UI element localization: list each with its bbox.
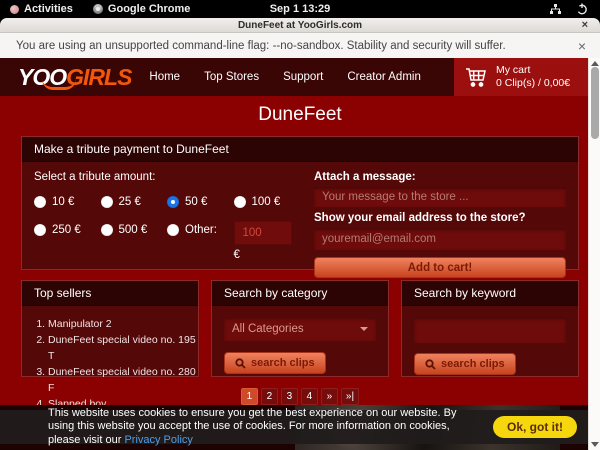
search-category-header: Search by category bbox=[212, 281, 388, 306]
top-seller-item[interactable]: DuneFeet special video no. 280 F bbox=[48, 364, 198, 396]
cart-title: My cart bbox=[496, 64, 570, 77]
top-seller-item[interactable]: DuneFeet special video no. 195 T bbox=[48, 332, 198, 364]
power-icon[interactable] bbox=[576, 3, 588, 15]
amount-option-other[interactable]: Other: bbox=[167, 221, 234, 239]
tribute-radio[interactable] bbox=[167, 196, 179, 208]
cookie-text: This website uses cookies to ensure you … bbox=[0, 407, 472, 448]
page-button-2[interactable]: 2 bbox=[261, 388, 278, 405]
amount-option-50[interactable]: 50 € bbox=[167, 193, 234, 211]
keyword-input[interactable] bbox=[414, 317, 566, 343]
tribute-radio[interactable] bbox=[234, 196, 246, 208]
tribute-panel: Make a tribute payment to DuneFeet Selec… bbox=[21, 136, 579, 270]
tribute-radio[interactable] bbox=[34, 196, 46, 208]
magnifier-icon bbox=[425, 359, 436, 370]
page-button-1[interactable]: 1 bbox=[241, 388, 258, 405]
window-titlebar[interactable]: DuneFeet at YooGirls.com × bbox=[0, 18, 600, 33]
page-footer: This website uses cookies to ensure you … bbox=[0, 405, 600, 450]
tribute-radio[interactable] bbox=[34, 224, 46, 236]
cart-icon bbox=[464, 65, 488, 89]
network-icon[interactable] bbox=[549, 3, 562, 15]
cookie-accept-button[interactable]: Ok, got it! bbox=[493, 416, 577, 438]
scrollbar-thumb[interactable] bbox=[591, 67, 599, 139]
other-amount-input[interactable] bbox=[234, 221, 292, 245]
my-cart-button[interactable]: My cart 0 Clip(s) / 0,00€ bbox=[454, 58, 588, 96]
screen: Activities Google Chrome Sep 1 13:29 bbox=[0, 0, 600, 450]
tribute-panel-header: Make a tribute payment to DuneFeet bbox=[22, 137, 578, 162]
amount-option-500[interactable]: 500 € bbox=[101, 221, 168, 239]
window-close-button[interactable]: × bbox=[582, 19, 588, 32]
search-category-panel: Search by category All Categories search… bbox=[211, 280, 389, 377]
amount-option-250[interactable]: 250 € bbox=[34, 221, 101, 239]
nav-item-home[interactable]: Home bbox=[149, 71, 180, 83]
chrome-icon bbox=[93, 4, 103, 14]
search-category-button[interactable]: search clips bbox=[224, 352, 326, 374]
activities-dot-icon bbox=[10, 5, 19, 14]
activities-label: Activities bbox=[24, 3, 73, 15]
privacy-policy-link[interactable]: Privacy Policy bbox=[124, 434, 192, 446]
browser-viewport: YOOGIRLS Home Top Stores Support Creator… bbox=[0, 58, 600, 450]
top-sellers-panel: Top sellers Manipulator 2 DuneFeet speci… bbox=[21, 280, 199, 377]
flag-warning-bar: You are using an unsupported command-lin… bbox=[0, 33, 600, 58]
cart-summary: 0 Clip(s) / 0,00€ bbox=[496, 77, 570, 90]
scrollbar-up-icon[interactable] bbox=[591, 61, 599, 66]
activities-button[interactable]: Activities bbox=[0, 0, 83, 18]
app-menu-label: Google Chrome bbox=[108, 3, 191, 15]
add-to-cart-button[interactable]: Add to cart! bbox=[314, 257, 566, 278]
nav-item-support[interactable]: Support bbox=[283, 71, 323, 83]
bottom-panels: Top sellers Manipulator 2 DuneFeet speci… bbox=[21, 280, 579, 377]
gnome-top-bar: Activities Google Chrome Sep 1 13:29 bbox=[0, 0, 600, 18]
flag-warning-text: You are using an unsupported command-lin… bbox=[0, 40, 506, 52]
tribute-radio[interactable] bbox=[101, 224, 113, 236]
tribute-amount-options: 10 € 25 € 50 € 100 € bbox=[34, 193, 300, 261]
category-select[interactable]: All Categories bbox=[224, 317, 376, 341]
amount-option-10[interactable]: 10 € bbox=[34, 193, 101, 211]
search-keyword-button[interactable]: search clips bbox=[414, 353, 516, 375]
page-button-last[interactable]: »| bbox=[341, 388, 359, 405]
page-button-3[interactable]: 3 bbox=[281, 388, 298, 405]
main-nav: Home Top Stores Support Creator Admin bbox=[149, 71, 420, 83]
currency-label: € bbox=[234, 249, 301, 261]
amount-option-100[interactable]: 100 € bbox=[234, 193, 301, 211]
top-sellers-header: Top sellers bbox=[22, 281, 198, 306]
search-keyword-header: Search by keyword bbox=[402, 281, 578, 306]
chevron-down-icon bbox=[360, 327, 368, 331]
email-input[interactable] bbox=[314, 228, 566, 250]
tribute-radio[interactable] bbox=[101, 196, 113, 208]
message-input[interactable] bbox=[314, 187, 566, 207]
app-menu-button[interactable]: Google Chrome bbox=[83, 0, 201, 18]
email-label: Show your email address to the store? bbox=[314, 212, 566, 224]
page-button-4[interactable]: 4 bbox=[301, 388, 318, 405]
nav-item-creator-admin[interactable]: Creator Admin bbox=[347, 71, 421, 83]
flag-warning-close-button[interactable]: × bbox=[578, 38, 600, 54]
window-title: DuneFeet at YooGirls.com bbox=[238, 20, 362, 31]
message-label: Attach a message: bbox=[314, 171, 566, 183]
nav-item-top-stores[interactable]: Top Stores bbox=[204, 71, 259, 83]
scrollbar-down-icon[interactable] bbox=[591, 442, 599, 447]
scrollbar[interactable] bbox=[588, 58, 600, 450]
category-selected-option: All Categories bbox=[232, 323, 304, 335]
site-logo[interactable]: YOOGIRLS bbox=[0, 58, 131, 96]
page-button-next[interactable]: » bbox=[321, 388, 338, 405]
magnifier-icon bbox=[235, 358, 246, 369]
tribute-amount-label: Select a tribute amount: bbox=[34, 171, 300, 183]
amount-option-25[interactable]: 25 € bbox=[101, 193, 168, 211]
page-title: DuneFeet bbox=[0, 96, 600, 134]
site-header: YOOGIRLS Home Top Stores Support Creator… bbox=[0, 58, 588, 96]
search-keyword-panel: Search by keyword search clips bbox=[401, 280, 579, 377]
top-seller-item[interactable]: Manipulator 2 bbox=[48, 316, 198, 332]
logo-part2: GIRLS bbox=[66, 64, 131, 90]
cookie-consent-bar: This website uses cookies to ensure you … bbox=[0, 410, 600, 444]
tribute-radio[interactable] bbox=[167, 224, 179, 236]
